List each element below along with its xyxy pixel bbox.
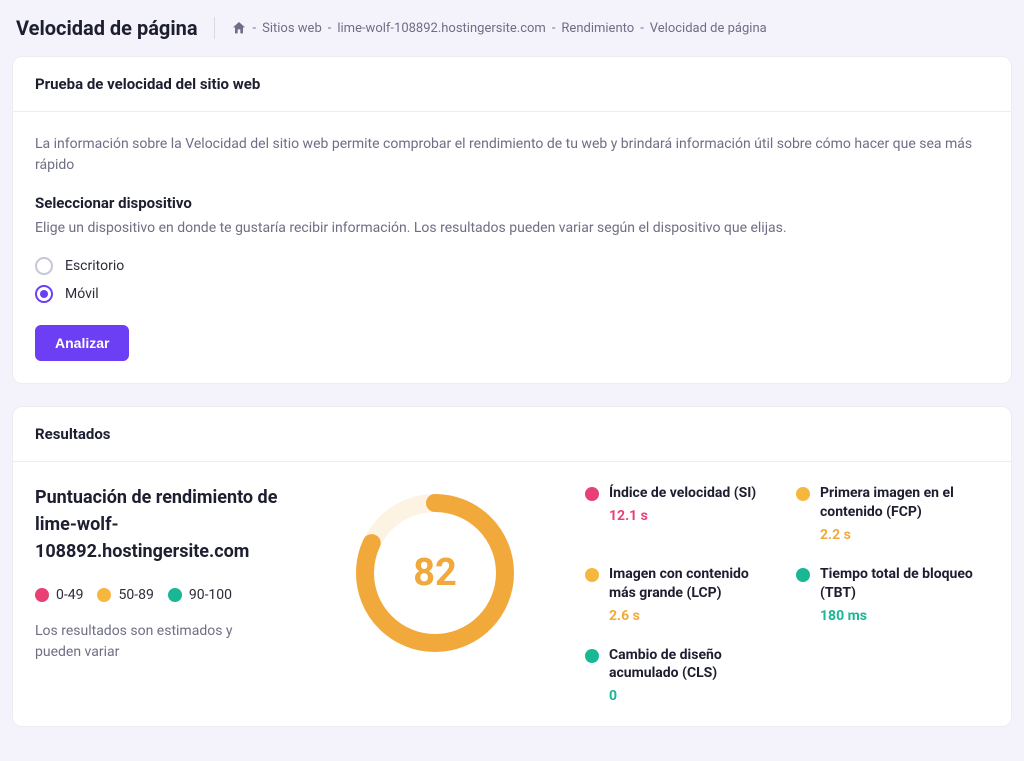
metric-lcp: Imagen con contenido más grande (LCP) 2.… [585,565,778,624]
score-gauge: 82 [295,484,575,658]
speed-test-card: Prueba de velocidad del sitio web La inf… [12,56,1012,384]
dot-icon [585,487,599,501]
home-icon[interactable] [231,20,247,36]
metric-value: 12.1 s [609,508,756,524]
metric-name: Índice de velocidad (SI) [609,484,756,503]
breadcrumb-sep: - [640,21,644,36]
divider [214,17,215,39]
device-radio-group: Escritorio Móvil [35,257,989,303]
metric-name: Imagen con contenido más grande (LCP) [609,565,778,603]
score-title: Puntuación de rendimiento de lime-wolf-1… [35,484,285,565]
legend-red: 0-49 [35,587,83,603]
radio-icon[interactable] [35,257,53,275]
metric-value: 180 ms [820,608,989,624]
legend-label: 90-100 [189,587,232,603]
legend-label: 50-89 [118,587,153,603]
metric-name: Cambio de diseño acumulado (CLS) [609,646,778,684]
score-domain: lime-wolf-108892.hostingersite.com [35,514,249,562]
dot-icon [35,588,49,602]
breadcrumb: - Sitios web - lime-wolf-108892.hostinge… [231,20,767,36]
score-legend: 0-49 50-89 90-100 [35,587,285,603]
dot-icon [796,568,810,582]
metric-tbt: Tiempo total de bloqueo (TBT) 180 ms [796,565,989,624]
metrics-grid: Índice de velocidad (SI) 12.1 s Primera … [585,484,989,704]
analyze-button[interactable]: Analizar [35,325,129,361]
legend-label: 0-49 [56,587,83,603]
metric-value: 0 [609,688,778,704]
results-card: Resultados Puntuación de rendimiento de … [12,406,1012,727]
dot-icon [97,588,111,602]
breadcrumb-sep: - [552,21,556,36]
select-device-text: Elige un dispositivo en donde te gustarí… [35,218,989,239]
score-title-prefix: Puntuación de rendimiento de [35,487,277,508]
metric-value: 2.6 s [609,608,778,624]
device-option-desktop[interactable]: Escritorio [35,257,989,275]
dot-icon [168,588,182,602]
estimate-note: Los resultados son estimados y pueden va… [35,621,255,663]
speed-test-title: Prueba de velocidad del sitio web [13,57,1011,112]
breadcrumb-item: Velocidad de página [650,21,767,36]
speed-test-info: La información sobre la Velocidad del si… [35,134,989,176]
metric-cls: Cambio de diseño acumulado (CLS) 0 [585,646,778,705]
metric-si: Índice de velocidad (SI) 12.1 s [585,484,778,543]
breadcrumb-sep: - [253,21,257,36]
results-title: Resultados [13,407,1011,462]
breadcrumb-item[interactable]: lime-wolf-108892.hostingersite.com [337,21,545,36]
metric-name: Primera imagen en el contenido (FCP) [820,484,989,522]
results-summary: Puntuación de rendimiento de lime-wolf-1… [35,484,285,663]
radio-icon[interactable] [35,285,53,303]
legend-green: 90-100 [168,587,232,603]
dot-icon [796,487,810,501]
device-option-mobile[interactable]: Móvil [35,285,989,303]
breadcrumb-item[interactable]: Sitios web [262,21,322,36]
score-value: 82 [350,488,520,658]
select-device-title: Seleccionar dispositivo [35,194,989,212]
dot-icon [585,568,599,582]
metric-name: Tiempo total de bloqueo (TBT) [820,565,989,603]
metric-fcp: Primera imagen en el contenido (FCP) 2.2… [796,484,989,543]
dot-icon [585,649,599,663]
breadcrumb-item[interactable]: Rendimiento [561,21,634,36]
metric-value: 2.2 s [820,527,989,543]
page-title: Velocidad de página [16,16,198,40]
radio-label: Móvil [65,286,99,302]
legend-orange: 50-89 [97,587,153,603]
breadcrumb-sep: - [328,21,332,36]
radio-label: Escritorio [65,258,124,274]
